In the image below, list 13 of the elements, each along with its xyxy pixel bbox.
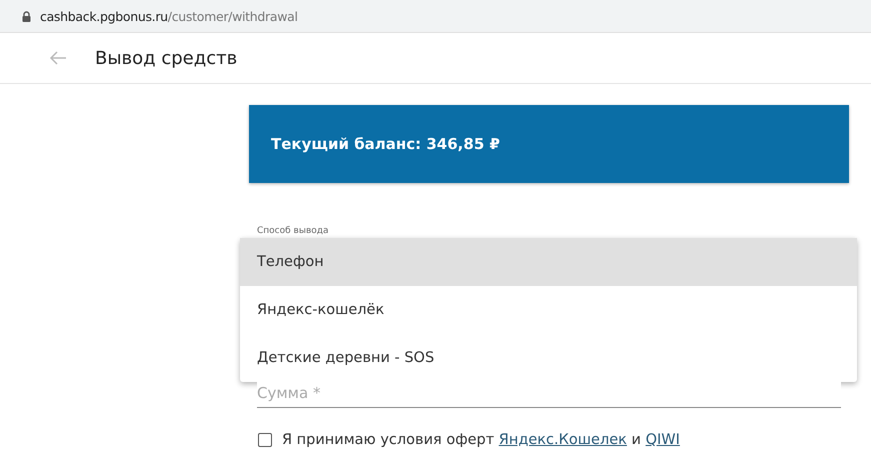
menu-option[interactable]: Телефон	[240, 238, 857, 286]
balance-text: Текущий баланс: 346,85 ₽	[271, 135, 500, 153]
lock-icon	[22, 10, 31, 22]
address-bar[interactable]: cashback.pgbonus.ru/customer/withdrawal	[0, 0, 871, 33]
offer-link[interactable]: QIWI	[646, 432, 680, 448]
checkbox[interactable]	[258, 433, 272, 447]
field-label: Способ вывода	[257, 226, 328, 236]
page-title: Вывод средств	[95, 48, 238, 68]
offer-link[interactable]: Яндекс.Кошелек	[498, 432, 627, 448]
menu-option[interactable]: Детские деревни - SOS	[240, 334, 857, 382]
menu-option[interactable]: Яндекс-кошелёк	[240, 286, 857, 334]
consent-text: Я принимаю условия оферт Яндекс.Кошелек и QIWI	[282, 432, 680, 448]
url-text: cashback.pgbonus.ru/customer/withdrawal	[40, 8, 298, 24]
